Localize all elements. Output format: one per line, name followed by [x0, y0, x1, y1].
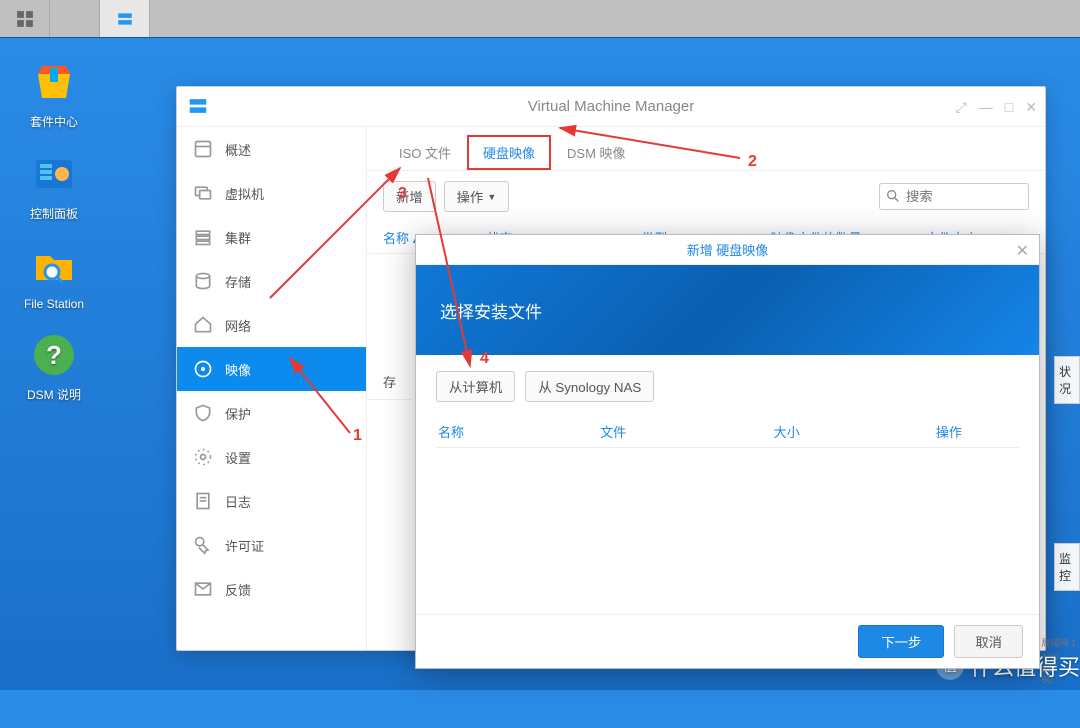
sidebar-label-settings: 设置 [225, 448, 251, 467]
sidebar-item-image[interactable]: 映像 [177, 347, 366, 391]
sidebar-item-vm[interactable]: 虚拟机 [177, 171, 366, 215]
from-computer-button[interactable]: 从计算机 [436, 371, 515, 402]
sidebar-label-protect: 保护 [225, 404, 251, 423]
desktop-icons: 套件中心 控制面板 File Station ? DSM 说明 [14, 58, 94, 423]
maximize-icon[interactable]: □ [1005, 99, 1013, 116]
sidebar-label-image: 映像 [225, 360, 251, 379]
vmm-tb-button[interactable] [100, 0, 150, 37]
next-button[interactable]: 下一步 [858, 625, 944, 658]
sidebar-item-storage[interactable]: 存储 [177, 259, 366, 303]
tab-iso[interactable]: ISO 文件 [383, 135, 467, 170]
from-synology-nas-button[interactable]: 从 Synology NAS [525, 371, 654, 402]
apps-button[interactable] [0, 0, 50, 37]
tab-disk-image[interactable]: 硬盘映像 [467, 135, 551, 170]
sidebar-label-overview: 概述 [225, 140, 251, 159]
chevron-down-icon: ▼ [487, 192, 496, 202]
vmm-app-icon [187, 95, 209, 121]
svg-text:?: ? [46, 340, 62, 370]
dcol-action[interactable]: 操作 [936, 422, 1017, 441]
sidebar-label-feedback: 反馈 [225, 580, 251, 599]
sidebar-item-cluster[interactable]: 集群 [177, 215, 366, 259]
sidebar-label-cluster: 集群 [225, 228, 251, 247]
monitor-panel-hint: 监控 [1054, 543, 1080, 591]
dialog-banner: 选择安装文件 [416, 265, 1039, 355]
dsm-help-icon[interactable]: ? DSM 说明 [14, 331, 94, 403]
pkg-center-label: 套件中心 [14, 113, 94, 130]
dialog-table-header: 名称 文件 大小 操作 [436, 416, 1019, 448]
sidebar-label-vm: 虚拟机 [225, 184, 264, 203]
control-panel-icon[interactable]: 控制面板 [14, 150, 94, 222]
minimize-icon[interactable]: — [979, 99, 993, 116]
add-button[interactable]: 新增 [383, 181, 436, 212]
pkg-center-icon[interactable]: 套件中心 [14, 58, 94, 130]
sidebar-label-log: 日志 [225, 492, 251, 511]
sidebar-label-license: 许可证 [225, 536, 264, 555]
dsm-help-label: DSM 说明 [14, 386, 94, 403]
actions-button[interactable]: 操作▼ [444, 181, 510, 212]
dcol-file[interactable]: 文件 [600, 422, 774, 441]
sidebar-item-feedback[interactable]: 反馈 [177, 567, 366, 611]
add-disk-image-dialog: 新增 硬盘映像 ✕ 选择安装文件 从计算机 从 Synology NAS 名称 … [415, 234, 1040, 669]
dcol-name[interactable]: 名称 [438, 422, 600, 441]
close-icon[interactable]: ✕ [1025, 99, 1037, 116]
sidebar-item-license[interactable]: 许可证 [177, 523, 366, 567]
tab-dsm-image[interactable]: DSM 映像 [551, 135, 642, 170]
sidebar-item-overview[interactable]: 概述 [177, 127, 366, 171]
file-station-icon[interactable]: File Station [14, 242, 94, 311]
window-titlebar[interactable]: Virtual Machine Manager ⤢ — □ ✕ [177, 87, 1045, 127]
row-stub: 存 [367, 364, 412, 400]
taskbar [0, 0, 1080, 38]
control-panel-label: 控制面板 [14, 205, 94, 222]
dialog-close-icon[interactable]: ✕ [1016, 241, 1029, 261]
sidebar-item-network[interactable]: 网络 [177, 303, 366, 347]
file-station-label: File Station [14, 297, 94, 311]
status-panel-hint: 状况 [1054, 356, 1080, 404]
cancel-button[interactable]: 取消 [954, 625, 1023, 658]
sidebar: 概述 虚拟机 集群 存储 网络 映像 保护 设置 日志 许可证 反馈 [177, 127, 367, 650]
dialog-titlebar[interactable]: 新增 硬盘映像 ✕ [416, 235, 1039, 265]
dcol-size[interactable]: 大小 [774, 422, 936, 441]
dialog-banner-text: 选择安装文件 [440, 298, 542, 323]
sidebar-label-network: 网络 [225, 316, 251, 335]
tabs: ISO 文件 硬盘映像 DSM 映像 [367, 127, 1045, 171]
pkg-tb-button[interactable] [50, 0, 100, 37]
pin-icon[interactable]: ⤢ [956, 99, 967, 116]
sidebar-label-storage: 存储 [225, 272, 251, 291]
window-title: Virtual Machine Manager [528, 98, 694, 115]
search-icon [885, 188, 901, 204]
dialog-title: 新增 硬盘映像 [687, 240, 769, 259]
actions-label: 操作 [457, 187, 484, 206]
search-input[interactable] [879, 183, 1029, 210]
sidebar-item-protect[interactable]: 保护 [177, 391, 366, 435]
toolbar: 新增 操作▼ [367, 171, 1045, 222]
sidebar-item-settings[interactable]: 设置 [177, 435, 366, 479]
sidebar-item-log[interactable]: 日志 [177, 479, 366, 523]
